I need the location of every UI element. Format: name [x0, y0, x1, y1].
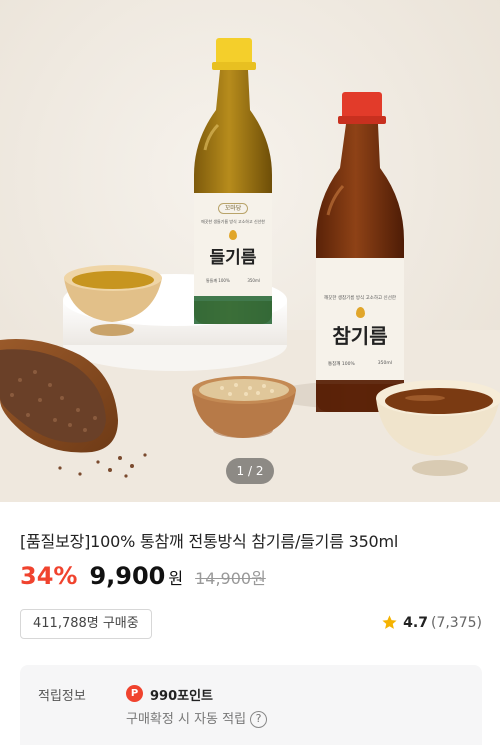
product-image-carousel[interactable]: 꼬마당 깨끗한 생들기름 방식 고소하고 신선한 들기름 통들깨 100% 35…: [0, 0, 500, 502]
bottle-spec-right: 350ml: [247, 278, 260, 283]
bottle-spec: 통참깨 100% 350ml: [316, 361, 404, 367]
sesame-bottle-label: 깨끗한 생참기름 방식 고소하고 신선한 참기름 통참깨 100% 350ml: [316, 258, 404, 382]
image-pager[interactable]: 1 / 2: [226, 458, 274, 484]
star-icon: [382, 615, 397, 629]
bottle-spec-left: 통참깨 100%: [328, 362, 355, 367]
perilla-bottle-label: 꼬마당 깨끗한 생들기름 방식 고소하고 신선한 들기름 통들깨 100% 35…: [194, 193, 272, 293]
rating-summary[interactable]: 4.7 (7,375): [381, 614, 482, 631]
bottle-tagline: 깨끗한 생들기름 방식 고소하고 신선한: [201, 219, 265, 224]
product-title: [품질보장]100% 통참깨 전통방식 참기름/들기름 350ml: [20, 532, 399, 551]
bottle-spec-left: 통들깨 100%: [206, 278, 230, 283]
points-info-panel: 적립정보 P 990포인트 구매확정 시 자동 적립?: [20, 665, 482, 745]
buyer-count-badge: 411,788명 구매중: [20, 609, 152, 639]
price-row: 34% 9,900 원 14,900원: [20, 562, 266, 596]
points-label: 적립정보: [38, 689, 86, 704]
bottle-product-name: 참기름: [332, 324, 388, 348]
points-note-text: 구매확정 시 자동 적립: [126, 712, 247, 727]
review-count[interactable]: (7,375): [431, 615, 482, 631]
bottle-product-name: 들기름: [209, 248, 257, 268]
sale-price: 9,900: [89, 562, 166, 590]
bottle-tagline: 깨끗한 생참기름 방식 고소하고 신선한: [324, 296, 396, 301]
points-note: 구매확정 시 자동 적립?: [126, 708, 268, 728]
help-icon[interactable]: ?: [250, 711, 268, 728]
discount-rate: 34%: [20, 562, 78, 590]
rating-value: 4.7: [403, 614, 428, 631]
bottle-spec: 통들깨 100% 350ml: [194, 278, 272, 284]
points-value: 990포인트: [150, 689, 214, 704]
bottle-spec-right: 350ml: [377, 361, 392, 366]
drop-icon: [355, 307, 365, 318]
drop-icon: [229, 230, 237, 240]
bottle-brand: 꼬마당: [218, 203, 248, 214]
points-icon: P: [126, 685, 143, 702]
original-price: 14,900원: [195, 569, 266, 588]
currency-unit: 원: [168, 569, 184, 588]
